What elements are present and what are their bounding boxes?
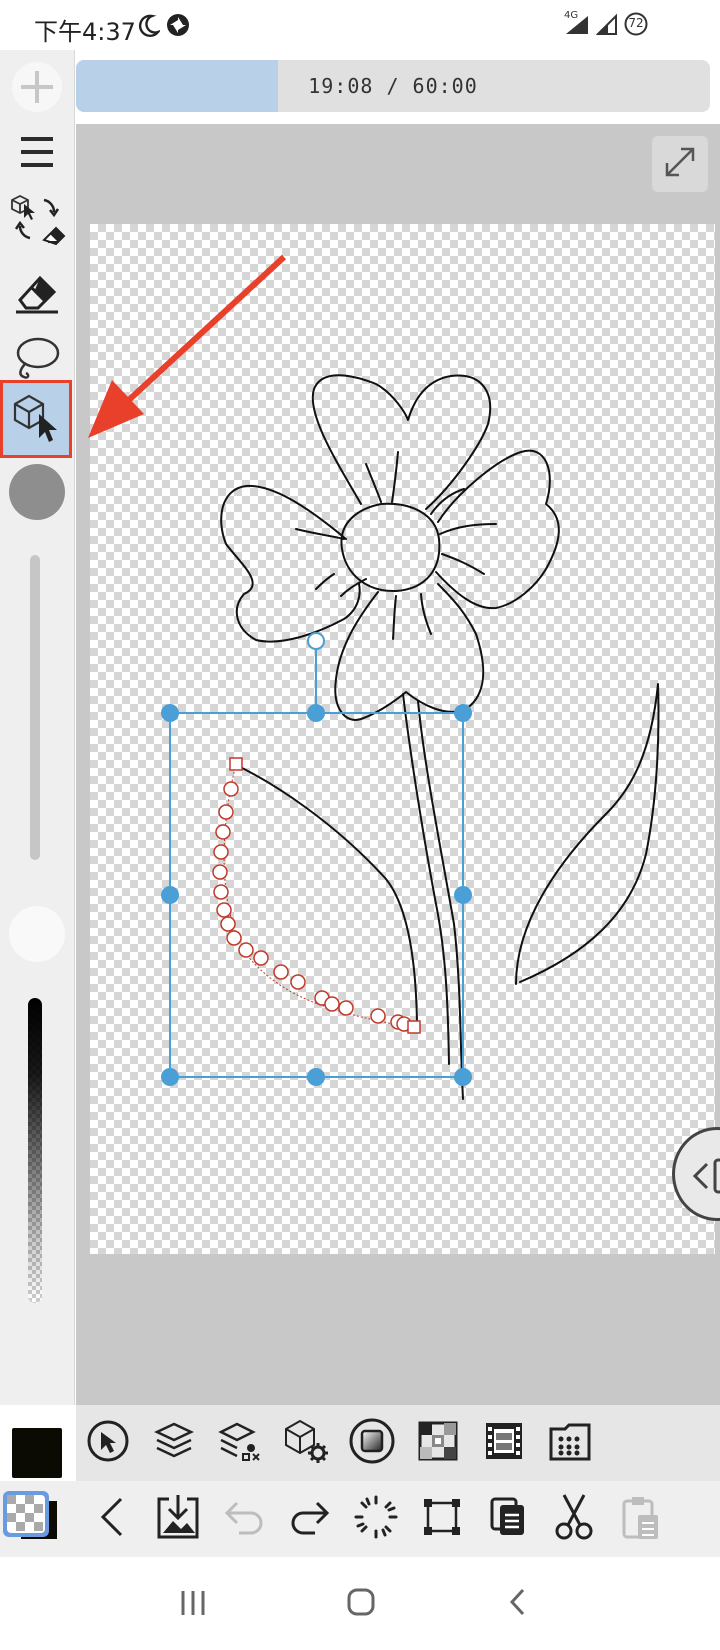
tool-switch-button[interactable] <box>4 188 70 258</box>
layers-icon <box>151 1418 197 1468</box>
selection-box <box>161 632 472 1086</box>
handle-bottom-right <box>454 1068 472 1086</box>
color-mode-button[interactable] <box>1 1489 61 1547</box>
leaf-left <box>233 763 418 1025</box>
layers-button[interactable] <box>146 1415 202 1471</box>
import-button[interactable] <box>150 1489 206 1549</box>
back-button[interactable] <box>84 1489 140 1549</box>
system-nav-bar <box>0 1557 720 1650</box>
transform-select-icon <box>9 390 63 448</box>
session-timer: 19:08 / 60:00 <box>76 60 710 112</box>
left-toolbar <box>0 50 75 1405</box>
copy-button[interactable] <box>480 1489 536 1549</box>
transparent-color-icon <box>1 1489 61 1547</box>
lasso-icon <box>10 333 64 387</box>
timer-text: 19:08 / 60:00 <box>308 74 478 98</box>
paste-button[interactable] <box>612 1489 668 1549</box>
redo-icon <box>287 1497 333 1541</box>
paste-icon <box>620 1493 660 1545</box>
animation-button[interactable] <box>476 1415 532 1471</box>
primary-color-swatch[interactable] <box>12 1428 62 1478</box>
opacity-dot-icon <box>7 904 67 968</box>
cut-icon <box>554 1493 594 1545</box>
petal-veins <box>295 451 497 640</box>
layer-settings-icon <box>217 1418 263 1468</box>
3d-settings-icon <box>282 1417 330 1469</box>
stem <box>402 693 464 1100</box>
app-root: 下午4:37 4G 72 19:08 / 60:00 <box>0 0 720 1650</box>
brush-preview[interactable] <box>4 462 70 526</box>
dots-grid-icon <box>547 1419 593 1467</box>
brush-size-slider[interactable] <box>30 555 40 860</box>
handle-right <box>454 886 472 904</box>
menu-button[interactable] <box>4 126 70 182</box>
bottom-action-row <box>0 1481 720 1557</box>
3d-settings-button[interactable] <box>278 1415 334 1471</box>
film-icon <box>482 1419 526 1467</box>
chevron-left-icon <box>685 1156 720 1200</box>
eraser-icon <box>12 268 62 320</box>
canvas-workspace <box>76 124 720 1405</box>
layer-settings-button[interactable] <box>212 1415 268 1471</box>
crop-icon <box>420 1495 464 1543</box>
select-all-button[interactable] <box>348 1489 404 1549</box>
materials-button[interactable] <box>542 1415 598 1471</box>
eraser-button[interactable] <box>4 264 70 324</box>
bottom-tool-row <box>76 1405 720 1481</box>
status-bar: 下午4:37 4G 72 <box>0 0 720 50</box>
undo-icon <box>221 1497 267 1541</box>
crop-button[interactable] <box>414 1489 470 1549</box>
handle-top-left <box>161 704 179 722</box>
select-all-icon <box>353 1494 399 1544</box>
leaf-right <box>515 683 660 985</box>
brush-dot-icon <box>7 462 67 526</box>
drawing-layer <box>161 374 660 1100</box>
flower-center <box>340 502 441 593</box>
grid-icon <box>416 1419 460 1467</box>
transform-icon <box>85 1418 131 1468</box>
back-nav-icon[interactable] <box>508 1587 528 1621</box>
curve-points <box>212 757 421 1034</box>
copy-icon <box>488 1495 528 1543</box>
moon-icon <box>138 14 162 42</box>
shutter-icon <box>166 13 190 41</box>
opacity-slider[interactable] <box>28 998 42 1303</box>
redo-button[interactable] <box>282 1489 338 1549</box>
handle-top <box>307 704 325 722</box>
add-icon <box>11 61 63 117</box>
handle-left <box>161 886 179 904</box>
rotate-handle <box>307 632 325 650</box>
filter-button[interactable] <box>344 1415 400 1471</box>
cut-button[interactable] <box>546 1489 602 1549</box>
filter-icon <box>348 1417 396 1469</box>
transform-select-button[interactable] <box>0 380 72 458</box>
signal-icon <box>595 12 618 40</box>
handle-bottom <box>307 1068 325 1086</box>
handle-top-right <box>454 704 472 722</box>
handle-bottom-left <box>161 1068 179 1086</box>
battery-level: 72 <box>628 16 644 30</box>
battery-icon: 72 <box>624 12 648 40</box>
petal-left <box>220 484 361 643</box>
add-button[interactable] <box>4 58 70 120</box>
transform-button[interactable] <box>80 1415 136 1471</box>
opacity-preview[interactable] <box>4 905 70 967</box>
back-icon <box>97 1495 127 1543</box>
menu-icon <box>17 135 57 173</box>
import-icon <box>155 1493 201 1545</box>
status-time: 下午4:37 <box>34 18 136 46</box>
home-icon[interactable] <box>346 1587 376 1621</box>
undo-button[interactable] <box>216 1489 272 1549</box>
recent-apps-icon[interactable] <box>180 1589 206 1621</box>
tool-switch-icon <box>6 190 68 256</box>
grid-button[interactable] <box>410 1415 466 1471</box>
